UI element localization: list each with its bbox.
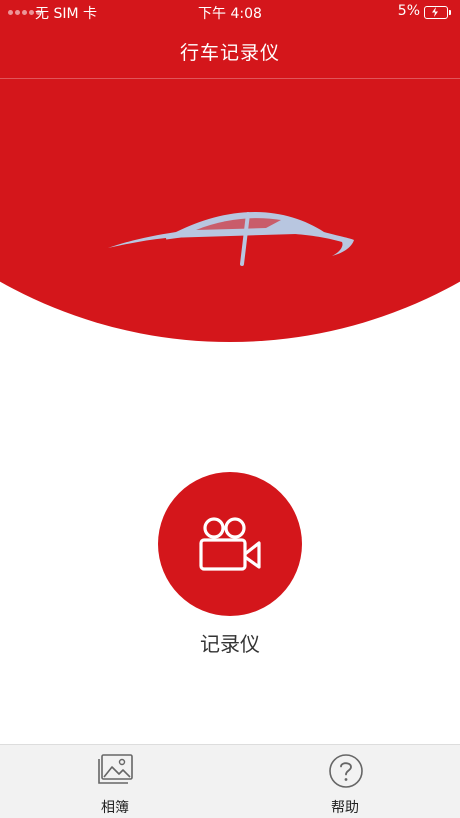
tab-album-label: 相簿 [101, 800, 129, 816]
photo-album-icon [98, 754, 133, 784]
record-button[interactable] [158, 472, 302, 616]
battery-percent: 5% [397, 3, 420, 19]
page-title: 行车记录仪 [179, 42, 280, 64]
status-bar: 无 SIM 卡 下午 4:08 5% [0, 0, 460, 26]
status-time: 下午 4:08 [198, 6, 262, 22]
nav-divider [0, 78, 460, 79]
tab-help[interactable]: 帮助 [295, 745, 395, 818]
video-camera-icon [199, 517, 261, 571]
help-icon [329, 754, 363, 788]
battery-icon [424, 6, 451, 19]
app-screen: 无 SIM 卡 下午 4:08 5% 行车记录仪 记录仪 相簿 帮助 [0, 0, 460, 818]
tab-help-label: 帮助 [331, 800, 359, 816]
car-logo-icon [108, 212, 354, 266]
record-button-label: 记录仪 [200, 632, 260, 656]
tab-bar: 相簿 帮助 [0, 744, 460, 818]
tab-album[interactable]: 相簿 [65, 745, 165, 818]
